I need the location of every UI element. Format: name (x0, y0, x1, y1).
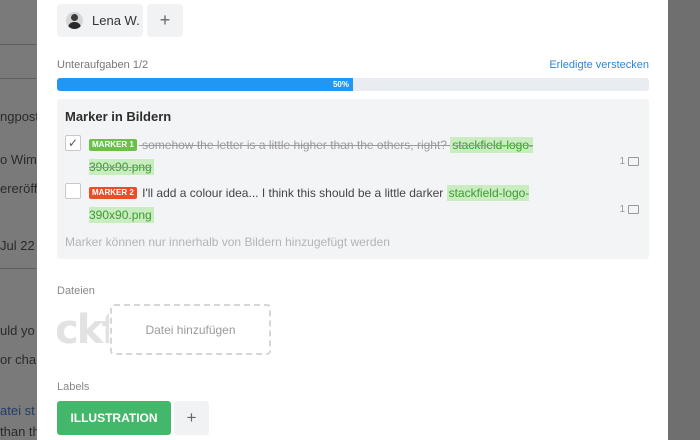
comment-icon (628, 157, 639, 166)
avatar (66, 12, 83, 29)
files-label: Dateien (57, 285, 95, 297)
marker-description: I'll add a colour idea... I think this s… (142, 186, 444, 200)
comment-icon (628, 205, 639, 214)
marker-comments[interactable]: 1 (619, 204, 639, 215)
background-right-edge (668, 0, 700, 440)
file-thumbnail-text: ckf (57, 307, 109, 353)
background-divider (0, 78, 36, 79)
background-text: ereröff (0, 181, 38, 196)
progress-text: 50% (332, 80, 349, 89)
marker-checkbox[interactable]: ✓ (65, 135, 81, 151)
marker-checkbox[interactable] (65, 183, 81, 199)
marker-comments[interactable]: 1 (619, 156, 639, 167)
marker-tag: MARKER 1 (89, 139, 137, 151)
subtasks-label: Unteraufgaben 1/2 (57, 59, 149, 71)
subtask-progress-bar: 50% (57, 78, 649, 91)
background-text: atei st (0, 403, 35, 418)
comment-count-value: 1 (619, 204, 625, 215)
add-participant-button[interactable]: + (147, 4, 183, 37)
label-chip[interactable]: ILLUSTRATION (57, 401, 171, 435)
background-divider (0, 44, 36, 45)
markers-title: Marker in Bildern (65, 109, 172, 124)
background-text: or char (0, 352, 41, 367)
background-divider (0, 268, 36, 269)
marker-text: MARKER 2 I'll add a colour idea... I thi… (89, 182, 589, 226)
progress-fill: 50% (57, 78, 353, 91)
add-label-button[interactable]: + (174, 401, 209, 435)
file-thumbnail[interactable]: ckf (57, 305, 109, 355)
participant-chip[interactable]: Lena W. (57, 4, 143, 37)
marker-text: MARKER 1 somehow the letter is a little … (89, 134, 589, 178)
background-text: uld yo (0, 323, 35, 338)
markers-hint: Marker können nur innerhalb von Bildern … (65, 235, 390, 249)
task-detail-modal: Lena W. + Unteraufgaben 1/2 Erledigte ve… (37, 0, 668, 440)
marker-tag: MARKER 2 (89, 187, 137, 199)
labels-label: Labels (57, 381, 90, 393)
comment-count-value: 1 (619, 156, 625, 167)
image-markers-panel: Marker in Bildern ✓ MARKER 1 somehow the… (57, 99, 649, 259)
background-text: than th (0, 424, 40, 439)
hide-completed-link[interactable]: Erledigte verstecken (549, 59, 649, 71)
add-file-dropzone[interactable]: Datei hinzufügen (110, 304, 271, 355)
marker-description: somehow the letter is a little higher th… (142, 138, 447, 152)
participant-name: Lena W. (92, 13, 140, 28)
